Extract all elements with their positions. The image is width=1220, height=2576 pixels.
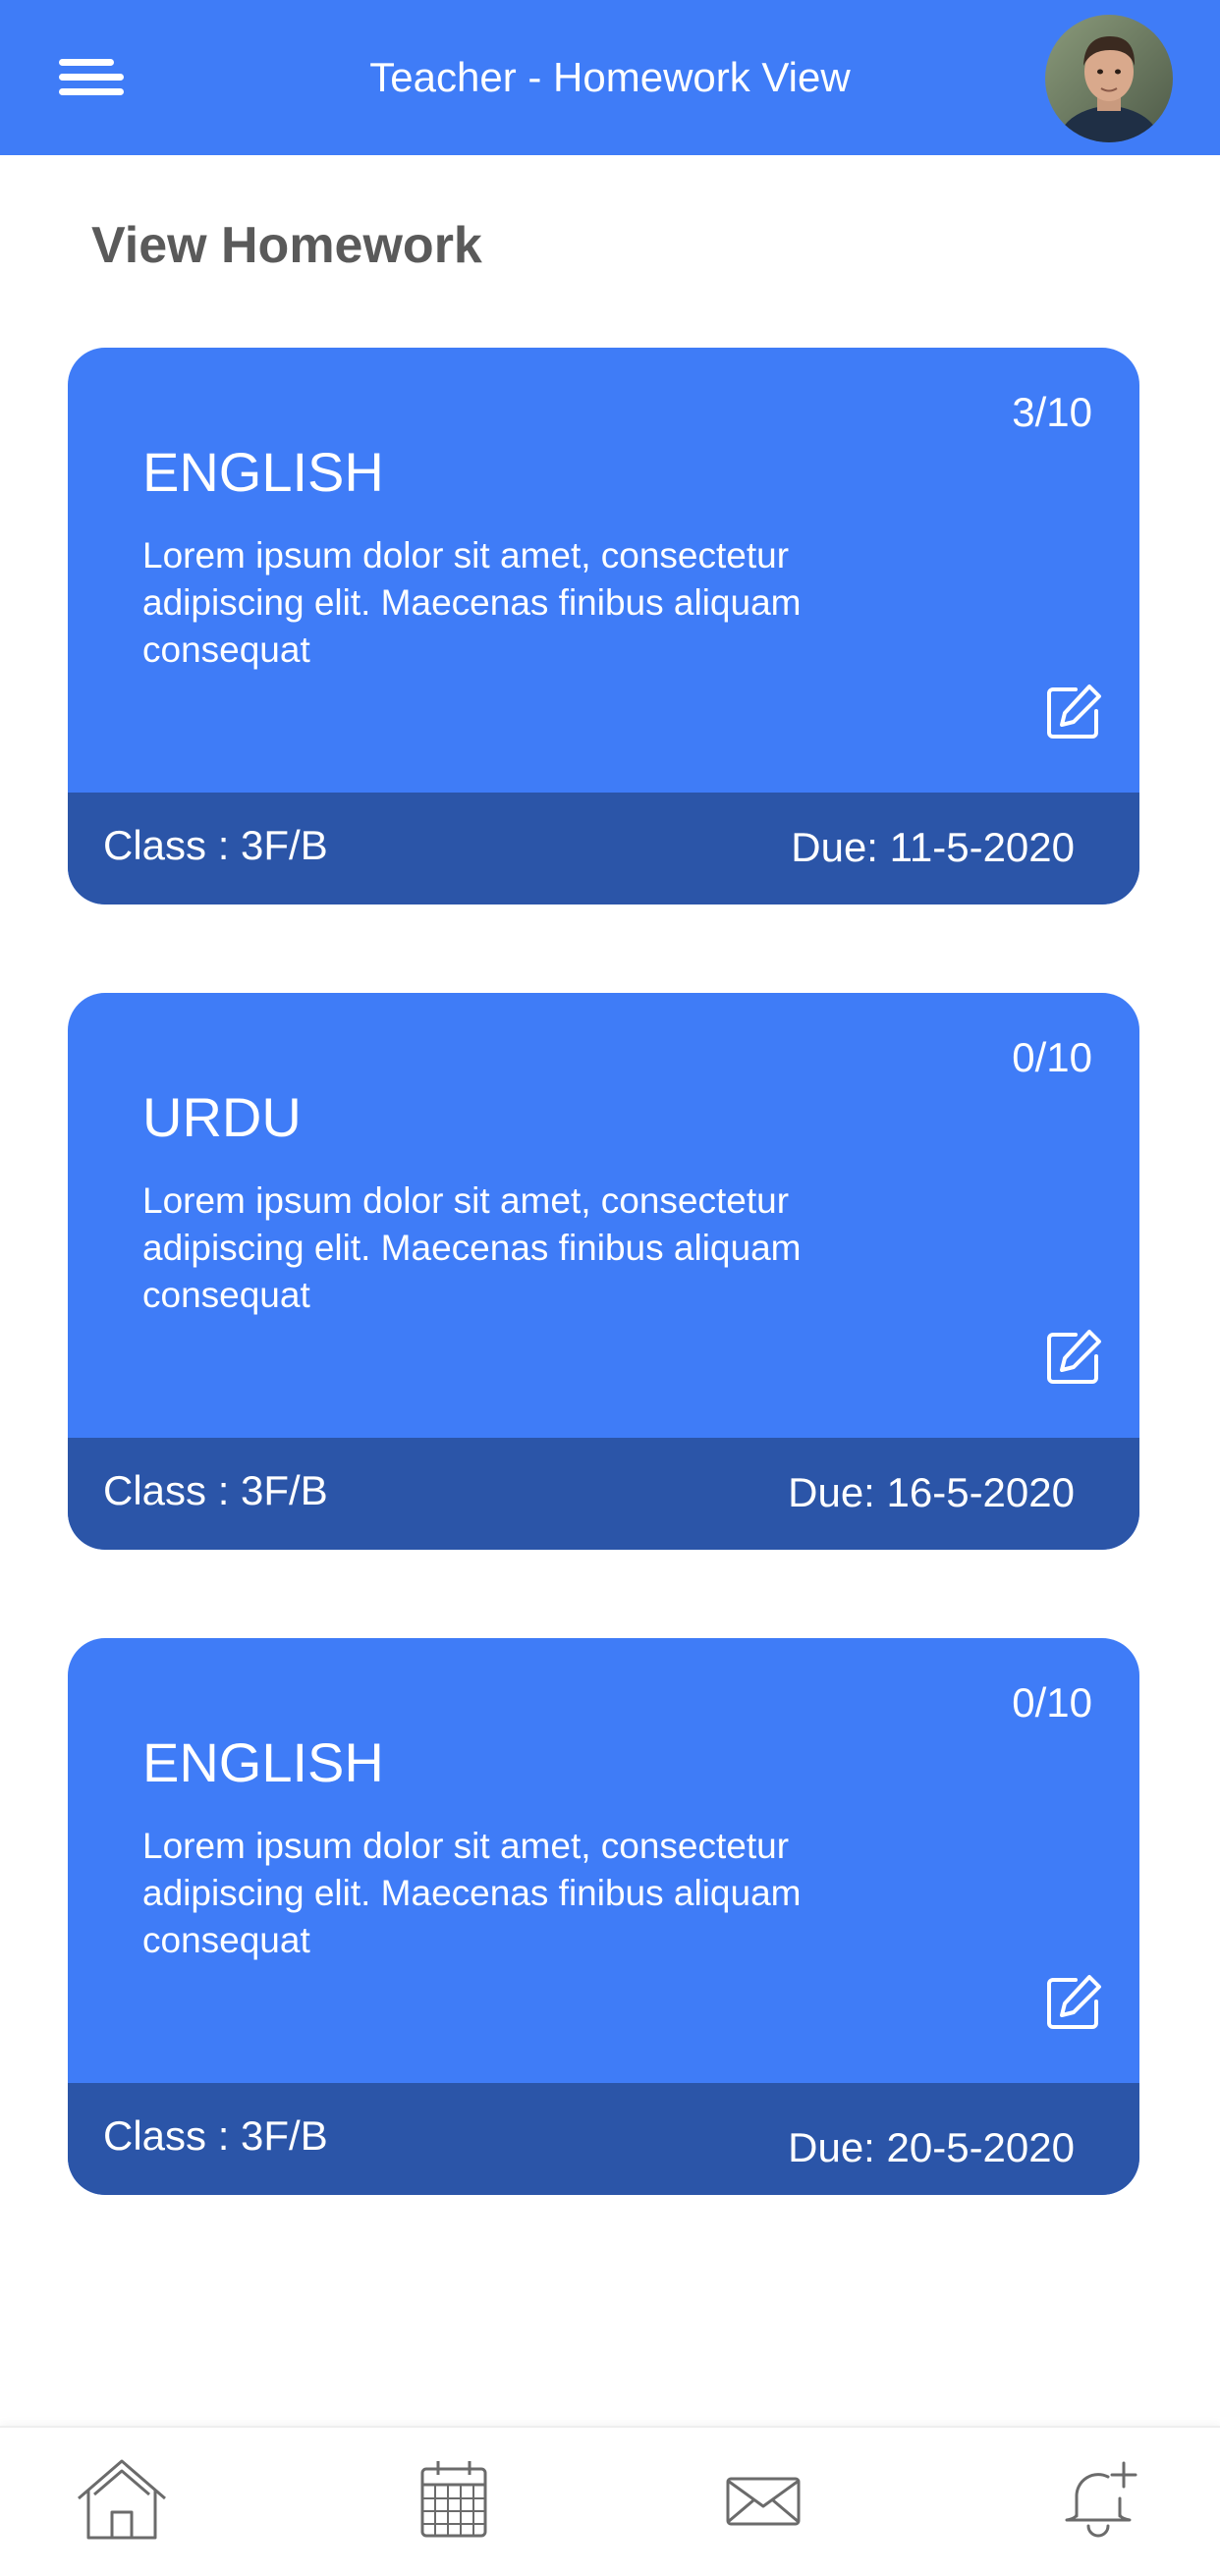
edit-icon[interactable] <box>1043 682 1104 742</box>
subject-title: ENGLISH <box>142 1731 384 1793</box>
calendar-icon[interactable] <box>405 2455 503 2544</box>
profile-avatar[interactable] <box>1045 15 1173 142</box>
bottom-navigation <box>0 2426 1220 2576</box>
submission-count: 3/10 <box>1012 389 1092 435</box>
class-label: Class : 3F/B <box>103 822 328 868</box>
homework-card[interactable]: 0/10 ENGLISH Lorem ipsum dolor sit amet,… <box>68 1638 1139 2195</box>
card-footer: Class : 3F/B Due: 16-5-2020 <box>68 1438 1139 1550</box>
class-label: Class : 3F/B <box>103 1467 328 1513</box>
subject-title: ENGLISH <box>142 441 384 503</box>
homework-description: Lorem ipsum dolor sit amet, consectetur … <box>142 1826 802 1960</box>
homework-card[interactable]: 3/10 ENGLISH Lorem ipsum dolor sit amet,… <box>68 348 1139 904</box>
subject-title: URDU <box>142 1086 302 1148</box>
due-date: Due: 11-5-2020 <box>791 824 1075 870</box>
due-date: Due: 20-5-2020 <box>788 2124 1075 2170</box>
homework-description: Lorem ipsum dolor sit amet, consectetur … <box>142 535 802 670</box>
submission-count: 0/10 <box>1012 1034 1092 1080</box>
class-label: Class : 3F/B <box>103 2112 328 2159</box>
submission-count: 0/10 <box>1012 1679 1092 1726</box>
card-footer: Class : 3F/B Due: 20-5-2020 <box>68 2083 1139 2195</box>
card-footer: Class : 3F/B Due: 11-5-2020 <box>68 793 1139 904</box>
page-title: View Homework <box>91 217 482 274</box>
notification-bell-icon[interactable] <box>1049 2455 1147 2544</box>
avatar-image <box>1045 15 1173 142</box>
app-bar-title: Teacher - Homework View <box>369 54 851 100</box>
homework-card[interactable]: 0/10 URDU Lorem ipsum dolor sit amet, co… <box>68 993 1139 1550</box>
edit-icon[interactable] <box>1043 1972 1104 2033</box>
top-app-bar: Teacher - Homework View <box>0 0 1220 155</box>
home-icon[interactable] <box>73 2455 171 2544</box>
mail-icon[interactable] <box>714 2455 812 2544</box>
edit-icon[interactable] <box>1043 1327 1104 1388</box>
due-date: Due: 16-5-2020 <box>788 1469 1075 1515</box>
homework-description: Lorem ipsum dolor sit amet, consectetur … <box>142 1180 802 1315</box>
